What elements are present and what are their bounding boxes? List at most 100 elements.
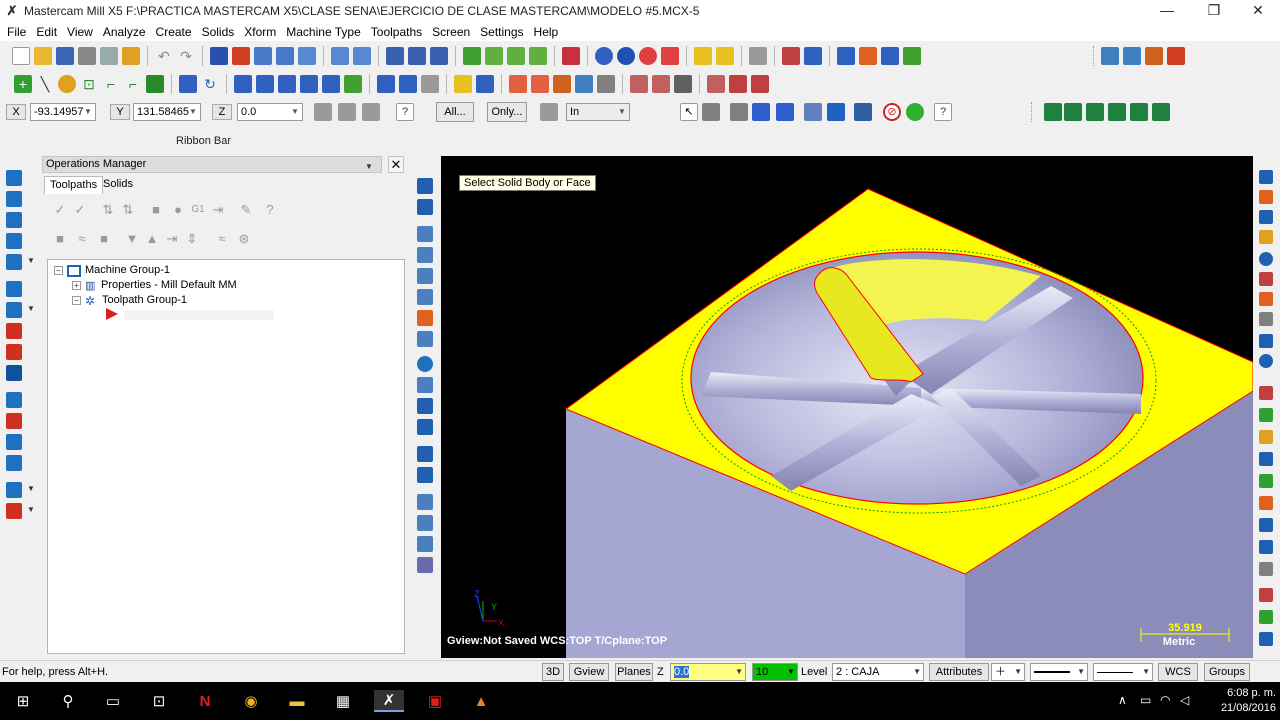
mastercam-taskbar-icon[interactable]: ✗ (374, 690, 404, 712)
select-loop-icon[interactable] (827, 103, 845, 121)
y-coordinate-input[interactable]: 131.58465 ▼ (133, 103, 201, 121)
chevron-down-icon[interactable]: ▼ (27, 505, 35, 514)
toolpath-icon-5[interactable] (6, 254, 22, 270)
taskbar-clock[interactable]: 6:08 p. m. 21/08/2016 (1200, 686, 1276, 716)
drag-icon[interactable] (399, 75, 417, 93)
tray-chevron-icon[interactable]: ∧ (1118, 693, 1127, 707)
select-all-ops-icon[interactable]: ✓ (52, 202, 68, 218)
layer-icon-1[interactable] (1044, 103, 1062, 121)
right-tool-icon-13[interactable] (1259, 430, 1273, 444)
circle-mill-icon[interactable] (417, 356, 433, 372)
help-icon[interactable]: ? (396, 103, 414, 121)
right-tool-icon-18[interactable] (1259, 540, 1273, 554)
roll-icon[interactable] (421, 75, 439, 93)
menu-toolpaths[interactable]: Toolpaths (366, 25, 427, 39)
right-tool-icon-7[interactable] (1259, 292, 1273, 306)
surface-rough-icon[interactable] (417, 446, 433, 462)
verify-icon[interactable] (408, 47, 426, 65)
pencil-icon[interactable] (694, 47, 712, 65)
trim-toolpath-icon[interactable] (417, 536, 433, 552)
toolpath-icon-15[interactable] (6, 482, 22, 498)
task-view-icon[interactable]: ▭ (102, 690, 124, 712)
analyze-icon[interactable] (716, 47, 734, 65)
surface-finish-icon[interactable] (417, 467, 433, 483)
lathe-machine-icon[interactable] (1123, 47, 1141, 65)
level-label[interactable]: Level (801, 666, 827, 678)
translucent-icon[interactable] (639, 47, 657, 65)
toolpath-icon-3[interactable] (6, 212, 22, 228)
offset-contour-icon[interactable] (300, 75, 318, 93)
toolpath-icon-13[interactable] (6, 434, 22, 450)
toggle-display-icon[interactable]: ≈ (74, 231, 90, 247)
menu-solids[interactable]: Solids (197, 25, 240, 39)
right-tool-icon-5[interactable] (1259, 252, 1273, 266)
menu-settings[interactable]: Settings (475, 25, 528, 39)
layer-icon-5[interactable] (1130, 103, 1148, 121)
regenerate-icon[interactable]: ⇅ (100, 202, 116, 218)
stretch-icon[interactable] (476, 75, 494, 93)
ruled-surface-icon[interactable] (652, 75, 670, 93)
toolpath-icon-14[interactable] (6, 455, 22, 471)
chevron-down-icon[interactable]: ▼ (913, 664, 921, 680)
help-arrow-icon[interactable] (782, 47, 800, 65)
menu-view[interactable]: View (62, 25, 98, 39)
point-icon[interactable]: + (14, 75, 32, 93)
toolpath-icon-7[interactable] (6, 302, 22, 318)
shaded-icon[interactable] (617, 47, 635, 65)
move-up-icon[interactable]: ▲ (144, 231, 160, 247)
tray-volume-icon[interactable]: ◁ (1180, 693, 1189, 707)
menu-file[interactable]: File (2, 25, 31, 39)
backplot-icon[interactable] (430, 47, 448, 65)
fit-icon[interactable] (254, 47, 272, 65)
router-machine-icon[interactable] (1145, 47, 1163, 65)
store-icon[interactable]: ⊡ (148, 690, 170, 712)
selection-mode-select[interactable]: In ▼ (566, 103, 630, 121)
solidworks-icon[interactable]: ▣ (424, 690, 446, 712)
transform-toolpath-icon[interactable] (417, 515, 433, 531)
join-icon[interactable] (881, 47, 899, 65)
wireframe-icon[interactable] (595, 47, 613, 65)
insert-arrow-marker-icon[interactable] (106, 308, 118, 320)
sketch-icon[interactable] (386, 47, 404, 65)
print-preview-icon[interactable] (100, 47, 118, 65)
right-tool-icon-6[interactable] (1259, 272, 1273, 286)
insert-arrow-icon[interactable]: ⇥ (164, 231, 180, 247)
layer-icon-6[interactable] (1152, 103, 1170, 121)
select-only-button[interactable]: Only... (487, 102, 527, 122)
zoom-target-icon[interactable] (298, 47, 316, 65)
chevron-down-icon[interactable]: ▼ (27, 256, 35, 265)
hide-icon[interactable] (661, 47, 679, 65)
right-tool-icon-3[interactable] (1259, 210, 1273, 224)
verify-selection-icon[interactable] (854, 103, 872, 121)
toolpath-icon-16[interactable] (6, 503, 22, 519)
layer-icon-3[interactable] (1086, 103, 1104, 121)
rectangular-array-icon[interactable] (344, 75, 362, 93)
right-tool-icon-15[interactable] (1259, 474, 1273, 488)
stock-icon[interactable] (597, 75, 615, 93)
right-tool-icon-17[interactable] (1259, 518, 1273, 532)
menu-edit[interactable]: Edit (31, 25, 62, 39)
groups-button[interactable]: Groups (1204, 663, 1250, 681)
display-options-icon[interactable]: ⊛ (236, 231, 252, 247)
chevron-down-icon[interactable]: ▼ (1014, 664, 1022, 680)
delete-ops-icon[interactable]: ✎ (238, 202, 254, 218)
stock-model-icon[interactable] (417, 557, 433, 573)
spline-icon[interactable]: ⌐ (124, 75, 142, 93)
line-style-select[interactable]: ▼ (1030, 663, 1088, 681)
close-panel-button[interactable]: ✕ (388, 156, 404, 173)
bottle-icon[interactable] (751, 75, 769, 93)
lock-icon[interactable]: ■ (52, 231, 68, 247)
autocursor-icon[interactable] (338, 103, 356, 121)
link-icon[interactable] (575, 75, 593, 93)
toolpath-icon-6[interactable] (6, 281, 22, 297)
right-tool-icon-11[interactable] (1259, 386, 1273, 400)
mirror-icon[interactable] (804, 47, 822, 65)
new-file-icon[interactable] (12, 47, 30, 65)
select-all-button[interactable]: All... (436, 102, 474, 122)
verify-ops-icon[interactable]: ● (170, 202, 186, 218)
front-view-icon[interactable] (507, 47, 525, 65)
right-tool-icon-10[interactable] (1259, 354, 1273, 368)
translate-icon[interactable] (179, 75, 197, 93)
rectangle-icon[interactable] (146, 75, 164, 93)
pan-icon[interactable] (210, 47, 228, 65)
